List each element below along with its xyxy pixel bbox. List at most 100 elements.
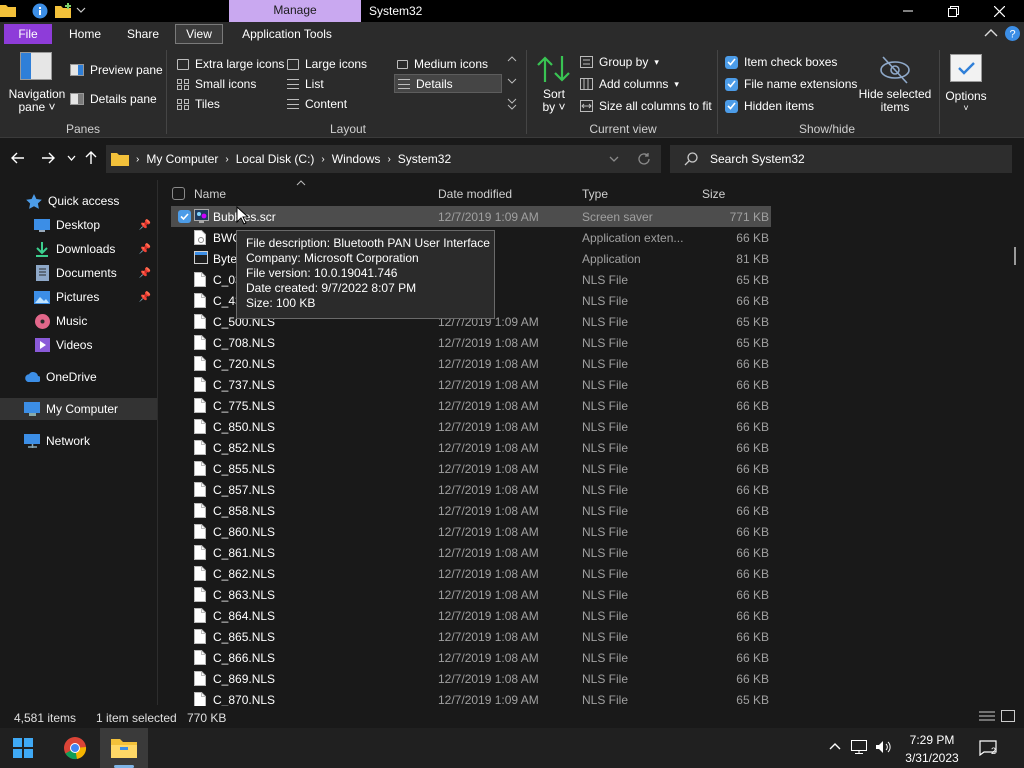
item-check-boxes-toggle[interactable]: Item check boxes <box>725 55 837 69</box>
breadcrumb-windows[interactable]: Windows <box>332 152 381 166</box>
tab-share[interactable]: Share <box>120 24 166 44</box>
tab-application-tools[interactable]: Application Tools <box>234 24 340 44</box>
file-row[interactable]: C_862.NLS 12/7/2019 1:08 AM NLS File 66 KB <box>171 563 771 584</box>
preview-pane-button[interactable]: Preview pane <box>70 63 163 77</box>
breadcrumb-local-disk[interactable]: Local Disk (C:) <box>236 152 315 166</box>
start-button[interactable] <box>13 738 33 758</box>
layout-list[interactable]: List <box>287 77 324 91</box>
nav-documents[interactable]: Documents 📌 <box>0 262 157 284</box>
column-header-type[interactable]: Type <box>582 187 608 201</box>
close-button[interactable] <box>976 0 1022 22</box>
new-folder-icon[interactable] <box>55 3 73 19</box>
nav-videos[interactable]: Videos <box>0 334 157 356</box>
collapse-ribbon-icon[interactable] <box>984 28 998 38</box>
network-tray-icon[interactable] <box>851 740 867 754</box>
layout-small-icons[interactable]: Small icons <box>177 77 256 91</box>
file-row[interactable]: C_708.NLS 12/7/2019 1:08 AM NLS File 65 KB <box>171 332 771 353</box>
manage-context-tab[interactable]: Manage <box>229 0 361 22</box>
tab-view[interactable]: View <box>175 24 223 44</box>
column-header-size[interactable]: Size <box>702 187 725 201</box>
options-button[interactable]: Options ˅ <box>942 54 990 116</box>
nav-pictures[interactable]: Pictures 📌 <box>0 286 157 308</box>
file-row[interactable]: C_866.NLS 12/7/2019 1:08 AM NLS File 66 KB <box>171 647 771 668</box>
file-row[interactable]: C_861.NLS 12/7/2019 1:08 AM NLS File 66 KB <box>171 542 771 563</box>
videos-icon <box>34 337 50 353</box>
file-row[interactable]: C_850.NLS 12/7/2019 1:08 AM NLS File 66 KB <box>171 416 771 437</box>
maximize-button[interactable] <box>930 0 976 22</box>
file-row[interactable]: C_865.NLS 12/7/2019 1:08 AM NLS File 66 KB <box>171 626 771 647</box>
volume-tray-icon[interactable] <box>875 740 893 754</box>
nav-my-computer[interactable]: My Computer <box>0 398 157 420</box>
file-date: 12/7/2019 1:08 AM <box>438 525 539 539</box>
screensaver-icon <box>194 209 209 224</box>
nav-onedrive[interactable]: OneDrive <box>0 366 157 388</box>
sort-by-button[interactable]: Sort by ˅ <box>534 54 574 116</box>
navigation-pane-icon <box>20 52 66 80</box>
file-row[interactable]: C_855.NLS 12/7/2019 1:08 AM NLS File 66 KB <box>171 458 771 479</box>
group-by-button[interactable]: Group by ▾ <box>580 55 659 69</box>
hide-selected-items-button[interactable]: Hide selected items <box>856 54 934 116</box>
select-all-checkbox[interactable] <box>172 187 185 200</box>
nav-desktop[interactable]: Desktop 📌 <box>0 214 157 236</box>
help-icon[interactable]: ? <box>1005 26 1020 41</box>
column-header-date[interactable]: Date modified <box>438 187 512 201</box>
address-bar[interactable]: › My Computer › Local Disk (C:) › Window… <box>106 145 661 173</box>
folder-icon[interactable] <box>0 4 16 17</box>
vertical-scrollbar-thumb[interactable] <box>1014 247 1016 265</box>
layout-content[interactable]: Content <box>287 97 347 111</box>
file-row[interactable]: C_858.NLS 12/7/2019 1:08 AM NLS File 66 KB <box>171 500 771 521</box>
back-button[interactable] <box>11 152 25 164</box>
nav-network[interactable]: Network <box>0 430 157 452</box>
layout-large-icons[interactable]: Large icons <box>287 57 367 71</box>
size-all-columns-button[interactable]: Size all columns to fit <box>580 99 712 113</box>
layout-medium-icons[interactable]: Medium icons <box>397 57 488 71</box>
hidden-items-toggle[interactable]: Hidden items <box>725 99 814 113</box>
details-pane-button[interactable]: Details pane <box>70 92 157 106</box>
address-history-button[interactable] <box>609 156 619 163</box>
forward-arrow-icon <box>42 152 55 164</box>
clock-time[interactable]: 7:29 PM <box>900 733 964 747</box>
file-explorer-taskbar-button[interactable] <box>100 728 148 768</box>
clock-date[interactable]: 3/31/2023 <box>900 751 964 765</box>
tab-file[interactable]: File <box>4 24 52 44</box>
chrome-taskbar-button[interactable] <box>63 736 87 760</box>
nav-music[interactable]: Music <box>0 310 157 332</box>
file-row[interactable]: C_863.NLS 12/7/2019 1:08 AM NLS File 66 KB <box>171 584 771 605</box>
add-columns-button[interactable]: Add columns ▾ <box>580 77 679 91</box>
details-view-button[interactable] <box>979 710 995 723</box>
file-name-extensions-toggle[interactable]: File name extensions <box>725 77 857 91</box>
show-hidden-icons-button[interactable] <box>829 742 841 750</box>
column-header-name[interactable]: Name <box>194 187 226 201</box>
layout-gallery-scroll[interactable] <box>506 55 518 113</box>
recent-locations-button[interactable] <box>67 155 76 162</box>
layout-details[interactable]: Details <box>394 74 502 93</box>
breadcrumb-system32[interactable]: System32 <box>398 152 451 166</box>
file-row[interactable]: C_775.NLS 12/7/2019 1:08 AM NLS File 66 KB <box>171 395 771 416</box>
breadcrumb-my-computer[interactable]: My Computer <box>146 152 218 166</box>
file-row[interactable]: C_857.NLS 12/7/2019 1:08 AM NLS File 66 KB <box>171 479 771 500</box>
file-row[interactable]: C_870.NLS 12/7/2019 1:09 AM NLS File 65 KB <box>171 689 771 706</box>
notifications-button[interactable]: 2 <box>979 740 997 756</box>
navigation-pane-button[interactable]: Navigation pane ˅ <box>8 52 66 114</box>
file-row[interactable]: C_720.NLS 12/7/2019 1:08 AM NLS File 66 KB <box>171 353 771 374</box>
nav-quick-access[interactable]: Quick access <box>0 190 157 212</box>
tab-home[interactable]: Home <box>62 24 108 44</box>
properties-icon[interactable] <box>32 3 48 19</box>
file-row[interactable]: C_869.NLS 12/7/2019 1:08 AM NLS File 66 KB <box>171 668 771 689</box>
search-box[interactable]: Search System32 <box>670 145 1012 173</box>
row-checkbox[interactable] <box>178 210 191 223</box>
nav-downloads[interactable]: Downloads 📌 <box>0 238 157 260</box>
file-row[interactable]: C_860.NLS 12/7/2019 1:08 AM NLS File 66 KB <box>171 521 771 542</box>
layout-extra-large-icons[interactable]: Extra large icons <box>177 57 284 71</box>
forward-button[interactable] <box>41 152 55 164</box>
file-row[interactable]: Bubbles.scr12/7/2019 1:09 AMScreen saver… <box>171 206 771 227</box>
up-button[interactable] <box>85 151 97 165</box>
minimize-button[interactable] <box>885 0 931 22</box>
quick-access-toolbar-chevron-icon[interactable] <box>76 5 86 15</box>
file-row[interactable]: C_864.NLS 12/7/2019 1:08 AM NLS File 66 KB <box>171 605 771 626</box>
large-icons-view-button[interactable] <box>1001 710 1015 723</box>
file-row[interactable]: C_852.NLS 12/7/2019 1:08 AM NLS File 66 KB <box>171 437 771 458</box>
file-row[interactable]: C_737.NLS 12/7/2019 1:08 AM NLS File 66 KB <box>171 374 771 395</box>
layout-tiles[interactable]: Tiles <box>177 97 220 111</box>
refresh-button[interactable] <box>637 152 651 166</box>
